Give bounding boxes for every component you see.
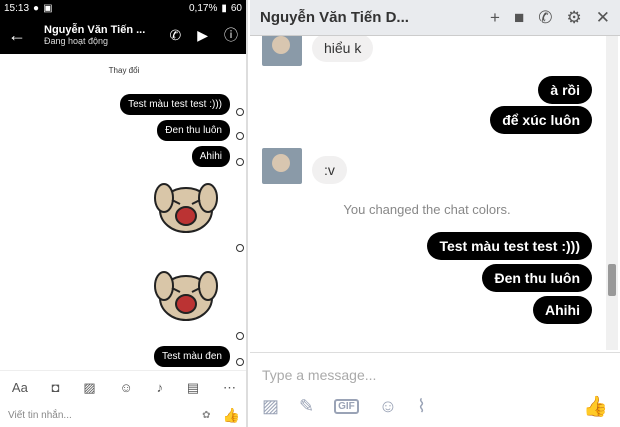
seen-check-icon xyxy=(236,108,244,116)
back-arrow-icon[interactable]: ← xyxy=(8,25,34,46)
sticker-icon[interactable]: ✎ xyxy=(299,396,314,417)
composer-toolbar: ▨ ✎ GIF ☺ ⌇ 👍 xyxy=(250,386,620,427)
more-icon[interactable]: ⋯ xyxy=(223,380,236,396)
seen-check-icon xyxy=(236,244,244,252)
message-icon: ● xyxy=(33,2,40,14)
desktop-chat-window: Nguyễn Văn Tiến D... + ■ ✆ ⚙ ✕ hiểu k à … xyxy=(250,0,620,427)
message-bubble[interactable]: Đen thu luôn xyxy=(157,120,230,141)
attachment-icon[interactable]: ⌇ xyxy=(417,396,426,417)
phone-icon[interactable]: ✆ xyxy=(538,8,552,28)
chat-window-header: Nguyễn Văn Tiến D... + ■ ✆ ⚙ ✕ xyxy=(250,0,620,36)
signal-icon: ▮ xyxy=(221,2,227,14)
message-bubble[interactable]: Ahihi xyxy=(533,296,592,324)
message-bubble[interactable]: Test màu test test :))) xyxy=(427,232,592,260)
emoji-icon[interactable]: ☺ xyxy=(379,396,397,417)
info-icon[interactable]: ⓘ xyxy=(224,25,238,45)
gallery-icon[interactable]: ▨ xyxy=(83,380,95,396)
gif-icon[interactable]: GIF xyxy=(334,399,359,414)
phone-icon[interactable]: ✆ xyxy=(169,27,181,44)
message-input[interactable]: Viết tin nhắn... ✿ 👍 xyxy=(0,404,246,427)
seen-check-icon xyxy=(236,132,244,140)
contact-status: Đang hoạt động xyxy=(44,36,109,46)
camera-icon[interactable]: ◘ xyxy=(52,380,60,395)
sent-circle-icon xyxy=(236,358,244,366)
sticker-icon[interactable]: ✿ xyxy=(202,410,210,421)
message-input-placeholder[interactable]: Viết tin nhắn... xyxy=(8,410,72,421)
seen-check-icon xyxy=(236,332,244,340)
message-bubble[interactable]: để xúc luôn xyxy=(490,106,592,134)
contact-name[interactable]: Nguyễn Văn Tiến D... xyxy=(260,9,476,26)
message-bubble[interactable]: Đen thu luôn xyxy=(482,264,592,292)
avatar[interactable] xyxy=(262,148,302,184)
status-time: 15:13 xyxy=(4,2,30,14)
chat-header: ← Nguyễn Văn Tiến ... Đang hoạt động ✆ ▶… xyxy=(0,16,246,54)
mobile-chat-panel: 15:13 ● ▣ 0,17% ▮ 60 ← Nguyễn Văn Tiến .… xyxy=(0,0,248,427)
message-bubble[interactable]: Ahihi xyxy=(191,146,230,167)
composer-toolbar: Aa ◘ ▨ ☺ ♪ ▤ ⋯ xyxy=(0,370,246,404)
like-icon[interactable]: 👍 xyxy=(583,394,608,419)
status-bar: 15:13 ● ▣ 0,17% ▮ 60 xyxy=(0,0,246,16)
video-camera-icon[interactable]: ▶ xyxy=(197,27,208,44)
message-bubble-incoming[interactable]: hiểu k xyxy=(312,36,374,62)
message-list[interactable]: hiểu k à rồi để xúc luôn :v You changed … xyxy=(250,36,604,350)
battery-level: 60 xyxy=(230,2,242,14)
close-icon[interactable]: ✕ xyxy=(596,8,610,28)
image-icon[interactable]: ▨ xyxy=(262,396,279,417)
add-icon[interactable]: + xyxy=(490,8,500,28)
message-bubble[interactable]: Test màu test test :))) xyxy=(120,94,230,115)
emoji-icon[interactable]: ☺ xyxy=(119,380,132,395)
system-note: You changed the chat colors. xyxy=(343,202,511,217)
text-style-icon[interactable]: Aa xyxy=(12,380,28,395)
battery-percent: 0,17% xyxy=(188,2,218,14)
gear-icon[interactable]: ⚙ xyxy=(567,8,582,28)
scrollbar-thumb[interactable] xyxy=(608,264,616,296)
system-note: Thay đổi xyxy=(108,66,140,75)
scrollbar[interactable] xyxy=(606,36,618,350)
seen-check-icon xyxy=(236,158,244,166)
image-icon: ▣ xyxy=(43,2,53,14)
message-list[interactable]: Thay đổi Test màu test test :))) Đen thu… xyxy=(0,54,246,370)
microphone-icon[interactable]: ♪ xyxy=(157,380,164,395)
video-camera-icon[interactable]: ■ xyxy=(514,8,524,28)
message-bubble-incoming[interactable]: :v xyxy=(312,156,347,184)
crying-dog-sticker[interactable] xyxy=(150,180,222,238)
message-bubble[interactable]: Test màu đen xyxy=(153,346,230,367)
message-bubble[interactable]: à rồi xyxy=(538,76,592,104)
crying-dog-sticker[interactable] xyxy=(150,268,222,326)
avatar[interactable] xyxy=(262,36,302,66)
message-input[interactable]: Type a message... xyxy=(250,352,620,386)
gif-icon[interactable]: ▤ xyxy=(187,380,199,396)
like-icon[interactable]: 👍 xyxy=(223,407,240,424)
contact-name[interactable]: Nguyễn Văn Tiến ... xyxy=(44,24,153,36)
